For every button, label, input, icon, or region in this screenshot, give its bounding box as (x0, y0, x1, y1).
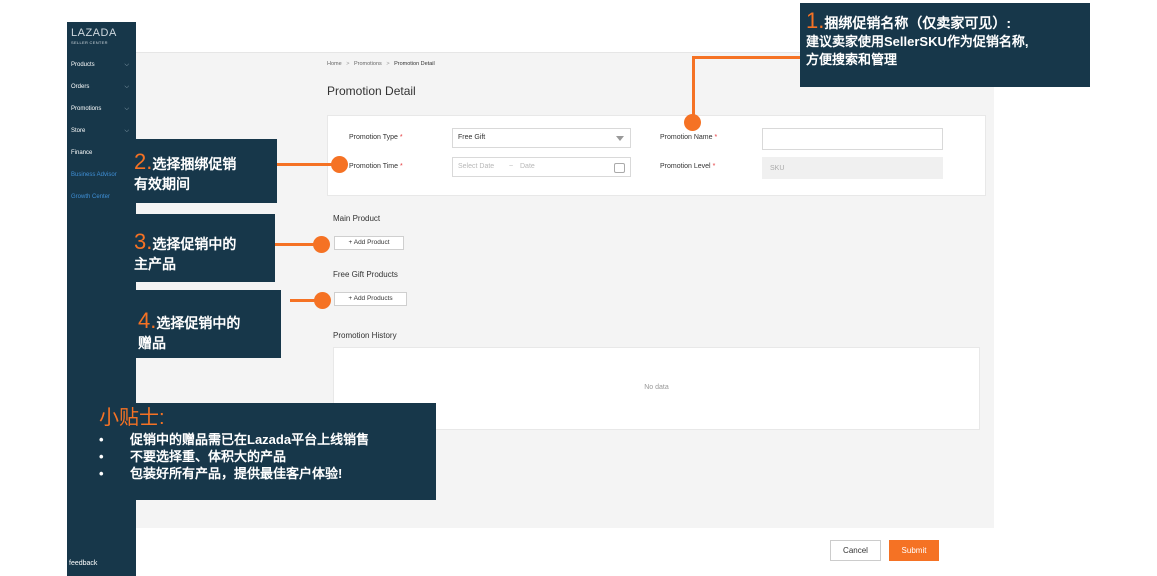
sidebar-item-growth-center[interactable]: Growth Center (71, 191, 133, 203)
start-date-placeholder: Select Date (458, 163, 495, 170)
sidebar-item-label: Finance (71, 150, 93, 156)
range-separator: ~ (509, 163, 514, 170)
promotion-type-label: Promotion Type * (349, 134, 403, 141)
sidebar-item-label: Growth Center (71, 194, 111, 200)
breadcrumb-separator: > (386, 61, 390, 67)
sidebar-item-label: Business Advisor (71, 172, 117, 178)
sidebar-item-business-advisor[interactable]: Business Advisor (71, 169, 133, 181)
page-title: Promotion Detail (327, 84, 416, 98)
main-product-label: Main Product (333, 214, 381, 223)
add-main-product-button[interactable]: + Add Product (334, 236, 404, 250)
calendar-icon[interactable] (614, 163, 625, 173)
promotion-time-range-picker[interactable]: Select Date ~ Date (452, 157, 631, 177)
callout-connector-line (692, 56, 802, 59)
sidebar-item-orders[interactable]: Orders ⌵ (71, 81, 133, 93)
callout-line: 主产品 (134, 256, 176, 272)
promotion-type-value: Free Gift (458, 134, 486, 141)
breadcrumb: Home > Promotions > Promotion Detail (327, 61, 435, 67)
tips-item: • 不要选择重、体积大的产品 (99, 448, 436, 465)
breadcrumb-current: Promotion Detail (394, 61, 435, 67)
callout-title: 选择促销中的 (156, 315, 241, 331)
callout-main-product: 3.选择促销中的 主产品 (130, 214, 275, 282)
callout-line: 建议卖家使用SellerSKU作为促销名称, (806, 34, 1029, 49)
sidebar-item-label: Products (71, 62, 95, 68)
chevron-down-icon: ⌵ (124, 84, 129, 90)
callout-line: 方便搜索和管理 (806, 52, 898, 67)
callout-promotion-name: 1.捆绑促销名称（仅卖家可见）: 建议卖家使用SellerSKU作为促销名称, … (800, 3, 1090, 87)
end-date-placeholder: Date (520, 163, 535, 170)
callout-marker-dot (331, 156, 348, 173)
promotion-history-label: Promotion History (333, 331, 397, 340)
breadcrumb-promotions[interactable]: Promotions (354, 61, 382, 67)
tips-box: 小贴士: • 促销中的赠品需已在Lazada平台上线销售 • 不要选择重、体积大的产… (93, 403, 436, 500)
field-label-text: Promotion Time (349, 163, 399, 170)
field-label-text: Promotion Name (660, 134, 713, 141)
cancel-button[interactable]: Cancel (830, 540, 881, 561)
promotion-name-label: Promotion Name * (660, 134, 717, 141)
free-gift-products-label: Free Gift Products (333, 270, 398, 279)
bullet-mark: • (99, 449, 104, 464)
required-mark: * (714, 134, 718, 141)
sidebar-item-promotions[interactable]: Promotions ⌵ (71, 103, 133, 115)
sidebar-item-label: Store (71, 128, 86, 134)
submit-button[interactable]: Submit (889, 540, 939, 561)
breadcrumb-separator: > (346, 61, 350, 67)
add-free-gift-products-button[interactable]: + Add Products (334, 292, 407, 306)
callout-promotion-time: 2.选择捆绑促销 有效期间 (130, 139, 277, 203)
callout-connector-line (692, 57, 695, 122)
bullet-mark: • (99, 432, 104, 447)
callout-number: 1. (806, 8, 825, 33)
callout-title: 选择促销中的 (152, 236, 237, 252)
callout-free-gift: 4.选择促销中的 赠品 (127, 290, 281, 358)
tips-item-text: 促销中的赠品需已在Lazada平台上线销售 (130, 432, 370, 447)
logo-title: LAZADA (71, 27, 117, 39)
tips-item-text: 包装好所有产品，提供最佳客户体验! (130, 466, 343, 481)
chevron-down-icon: ⌵ (124, 128, 129, 134)
required-mark: * (712, 163, 716, 170)
sidebar-item-label: Orders (71, 84, 90, 90)
required-mark: * (399, 134, 403, 141)
promotion-level-label: Promotion Level * (660, 163, 715, 170)
callout-number: 3. (134, 229, 153, 254)
sidebar-item-products[interactable]: Products ⌵ (71, 59, 133, 71)
promotion-type-select[interactable]: Free Gift (452, 128, 631, 148)
callout-title: 捆绑促销名称（仅卖家可见）: (824, 15, 1012, 31)
tips-item: • 促销中的赠品需已在Lazada平台上线销售 (99, 431, 436, 448)
lazada-logo[interactable]: LAZADA SELLER CENTER (71, 27, 117, 45)
chevron-down-icon: ⌵ (124, 62, 129, 68)
logo-subtitle: SELLER CENTER (71, 40, 108, 45)
caret-down-icon (616, 136, 624, 141)
required-mark: * (400, 163, 403, 170)
callout-marker-dot (313, 236, 330, 253)
promotion-level-input (762, 157, 943, 179)
bullet-mark: • (99, 466, 104, 481)
callout-line: 有效期间 (134, 176, 190, 192)
empty-state-text: No data (644, 384, 669, 391)
sidebar-item-label: Promotions (71, 106, 102, 112)
promotion-time-label: Promotion Time * (349, 163, 403, 170)
callout-title: 选择捆绑促销 (152, 156, 237, 172)
feedback-link[interactable]: feedback (69, 560, 97, 567)
sidebar-item-store[interactable]: Store ⌵ (71, 125, 133, 137)
callout-line: 赠品 (138, 335, 166, 351)
callout-connector-line (277, 163, 339, 166)
field-label-text: Promotion Level (660, 163, 711, 170)
promotion-name-input[interactable] (762, 128, 943, 150)
tips-title: 小贴士: (99, 407, 165, 429)
tips-item-text: 不要选择重、体积大的产品 (130, 449, 287, 464)
chevron-down-icon: ⌵ (124, 106, 129, 112)
tips-item: • 包装好所有产品，提供最佳客户体验! (99, 465, 436, 482)
breadcrumb-home[interactable]: Home (327, 61, 342, 67)
callout-marker-dot (684, 114, 701, 131)
callout-marker-dot (314, 292, 331, 309)
sidebar-item-finance[interactable]: Finance (71, 147, 133, 159)
field-label-text: Promotion Type (349, 134, 398, 141)
callout-number: 2. (134, 149, 153, 174)
callout-number: 4. (138, 308, 157, 333)
